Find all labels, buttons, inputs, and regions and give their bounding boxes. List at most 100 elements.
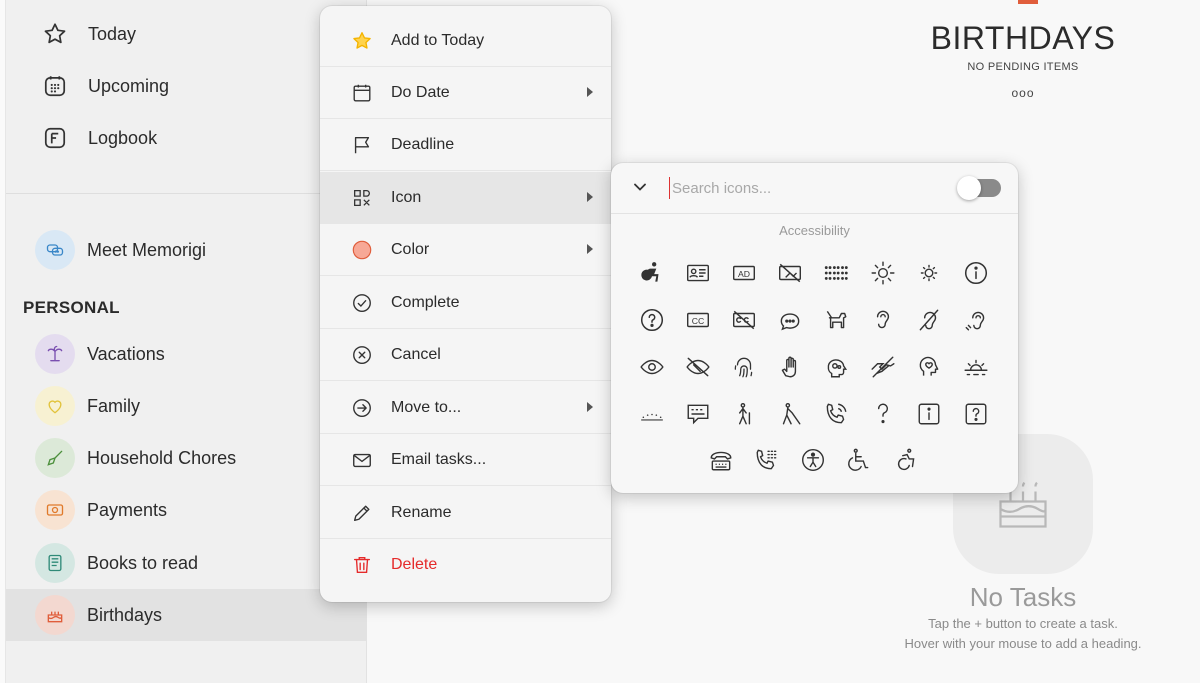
svg-text:AD: AD xyxy=(738,269,750,279)
search-input[interactable] xyxy=(669,177,939,199)
star-icon xyxy=(44,23,66,44)
phone-keyboard-icon[interactable] xyxy=(752,445,782,475)
head-heart-icon[interactable] xyxy=(914,352,944,382)
phone-volume-icon[interactable] xyxy=(821,399,851,429)
page-title: BIRTHDAYS xyxy=(930,20,1116,56)
sidebar-item-logbook[interactable]: Logbook xyxy=(42,120,157,156)
menu-item-icon[interactable]: Icon xyxy=(320,172,611,224)
video-off-icon[interactable] xyxy=(775,258,805,288)
section-label-personal: PERSONAL xyxy=(23,298,120,317)
menu-item-move-to[interactable]: Move to... xyxy=(320,382,611,434)
menu-item-delete[interactable]: Delete xyxy=(320,539,611,591)
wheelchair-active-icon[interactable] xyxy=(637,258,667,288)
sidebar-item-label: Payments xyxy=(87,499,168,520)
hands-helping-icon[interactable] xyxy=(868,352,898,382)
sidebar-item-birthdays[interactable]: Birthdays xyxy=(6,589,367,641)
trash-icon xyxy=(350,553,374,577)
arrow-circle-icon xyxy=(350,396,374,420)
sidebar-item-meet-memorigi[interactable]: Meet Memorigi xyxy=(6,224,367,276)
empty-state-title: No Tasks xyxy=(969,582,1077,612)
submenu-arrow-icon xyxy=(587,192,593,202)
audio-description-icon[interactable]: AD xyxy=(729,258,759,288)
sidebar-item-label: Vacations xyxy=(87,343,165,364)
question-circle-icon[interactable] xyxy=(637,305,667,335)
eye-icon[interactable] xyxy=(637,352,667,382)
sidebar-item-today[interactable]: Today xyxy=(42,16,136,52)
captions-off-icon[interactable] xyxy=(729,305,759,335)
sidebar-item-label: Today xyxy=(88,23,137,44)
calendar-icon xyxy=(350,81,374,105)
wheelchair-move-icon[interactable] xyxy=(891,445,921,475)
sidebar-item-books-to-read[interactable]: Books to read xyxy=(6,537,367,589)
calendar-grid-icon xyxy=(44,76,66,97)
envelope-icon xyxy=(350,448,374,472)
submenu-arrow-icon xyxy=(587,87,593,97)
submenu-arrow-icon xyxy=(587,244,593,254)
pencil-icon xyxy=(350,501,374,525)
assistive-listening-icon[interactable] xyxy=(961,305,991,335)
wheelchair-icon[interactable] xyxy=(844,445,874,475)
x-circle-icon xyxy=(350,343,374,367)
ear-icon[interactable] xyxy=(868,305,898,335)
hearing-impaired-icon[interactable] xyxy=(914,305,944,335)
menu-item-deadline[interactable]: Deadline xyxy=(320,119,611,171)
info-square-icon[interactable] xyxy=(914,399,944,429)
menu-item-do-date[interactable]: Do Date xyxy=(320,67,611,119)
question-square-icon[interactable] xyxy=(961,399,991,429)
sidebar-item-label: Birthdays xyxy=(87,604,163,625)
brightness-low-icon[interactable] xyxy=(914,258,944,288)
chevron-down-icon[interactable] xyxy=(633,180,647,194)
menu-item-email-tasks[interactable]: Email tasks... xyxy=(320,434,611,486)
low-vision-icon[interactable] xyxy=(683,352,713,382)
logbook-icon xyxy=(44,127,66,149)
sidebar-item-label: Family xyxy=(87,395,140,416)
menu-item-rename[interactable]: Rename xyxy=(320,487,611,539)
menu-item-label: Add to Today xyxy=(391,31,485,49)
blind-walking-icon[interactable] xyxy=(775,399,805,429)
sidebar-item-household-chores[interactable]: Household Chores xyxy=(6,432,367,484)
sign-language-icon[interactable] xyxy=(775,352,805,382)
sidebar-item-family[interactable]: Family xyxy=(6,380,367,432)
id-card-icon[interactable] xyxy=(683,258,713,288)
check-circle-icon xyxy=(350,291,374,315)
sunrise-icon[interactable] xyxy=(961,352,991,382)
menu-item-complete[interactable]: Complete xyxy=(320,277,611,329)
menu-item-color[interactable]: Color xyxy=(320,224,611,276)
picker-divider xyxy=(611,213,1018,214)
closed-captions-icon[interactable]: CC xyxy=(683,305,713,335)
icon-picker: Accessibility AD CC xyxy=(611,163,1018,493)
guide-dog-icon[interactable] xyxy=(821,305,851,335)
sidebar-divider xyxy=(6,193,367,194)
menu-item-add-to-today[interactable]: Add to Today xyxy=(320,15,611,67)
sidebar-item-vacations[interactable]: Vacations xyxy=(6,328,367,380)
info-circle-icon[interactable] xyxy=(961,258,991,288)
sidebar-item-upcoming[interactable]: Upcoming xyxy=(42,68,169,104)
fingerprint-icon[interactable] xyxy=(729,352,759,382)
filter-toggle[interactable] xyxy=(957,176,1001,200)
menu-item-label: Deadline xyxy=(391,135,455,153)
cognitive-icon[interactable] xyxy=(821,352,851,382)
brightness-high-icon[interactable] xyxy=(868,258,898,288)
menu-item-cancel[interactable]: Cancel xyxy=(320,329,611,381)
context-menu: Add to Today Do Date Deadline Icon Color… xyxy=(320,6,611,602)
chat-bubbles-icon xyxy=(35,230,75,270)
menu-item-label: Rename xyxy=(391,503,452,521)
sidebar: Today Upcoming Logbook Meet Memorigi PER… xyxy=(0,0,367,683)
flag-icon xyxy=(350,133,374,157)
tty-phone-icon[interactable] xyxy=(706,445,736,475)
sidebar-item-payments[interactable]: Payments xyxy=(6,484,367,536)
sidebar-item-label: Logbook xyxy=(88,127,158,148)
universal-access-icon[interactable] xyxy=(798,445,828,475)
sidebar-item-label: Upcoming xyxy=(88,75,170,96)
empty-state-hint: Tap the + button to create a task. xyxy=(928,616,1118,631)
speech-bubble-icon[interactable] xyxy=(775,305,805,335)
pending-count: NO PENDING ITEMS xyxy=(967,61,1079,73)
more-options-button[interactable]: ooo xyxy=(880,86,1166,100)
tty-message-icon[interactable] xyxy=(683,399,713,429)
sunset-icon[interactable] xyxy=(637,399,667,429)
broom-icon xyxy=(35,438,75,478)
braille-icon[interactable] xyxy=(821,258,851,288)
menu-item-label: Email tasks... xyxy=(391,450,487,468)
question-mark-icon[interactable] xyxy=(868,399,898,429)
person-cane-icon[interactable] xyxy=(729,399,759,429)
